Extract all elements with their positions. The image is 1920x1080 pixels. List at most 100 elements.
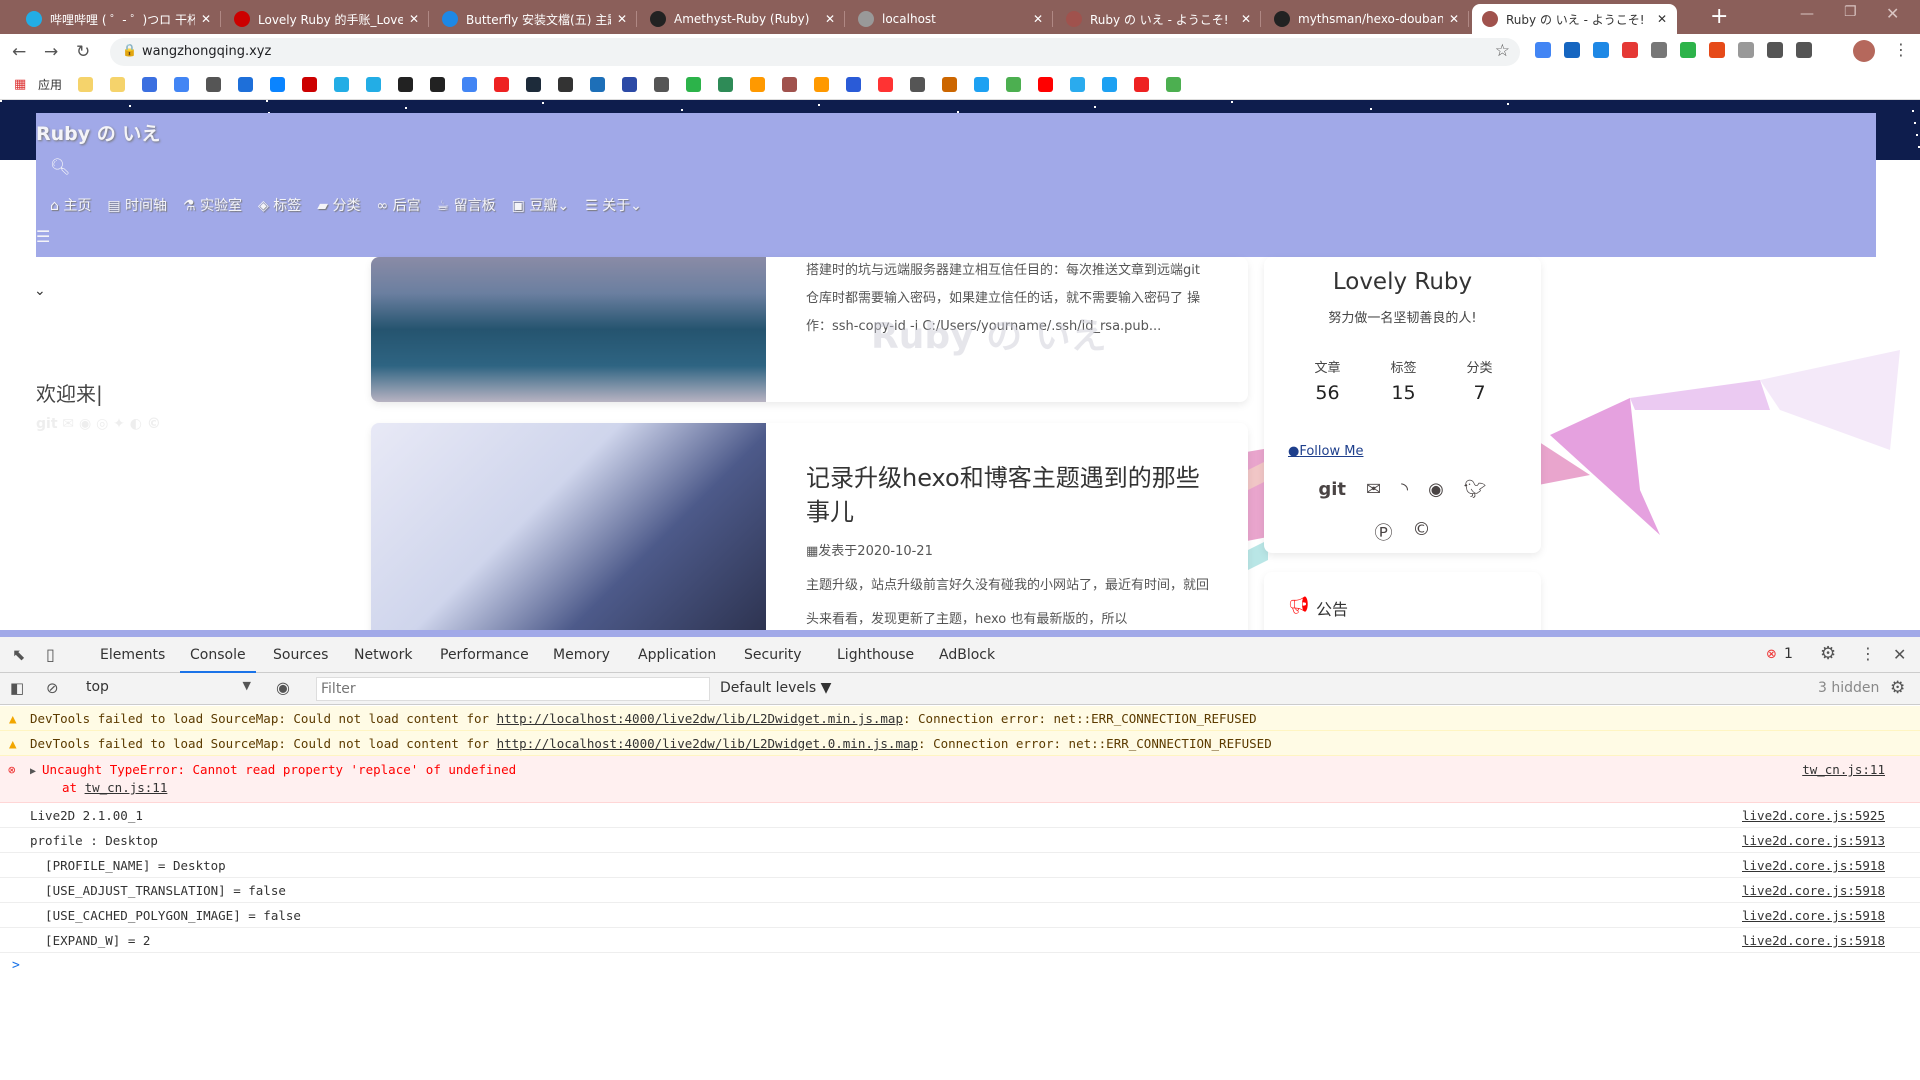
profile-avatar[interactable] xyxy=(1853,40,1875,62)
extension-icon[interactable] xyxy=(1564,42,1580,58)
address-bar[interactable]: 🔒 wangzhongqing.xyz ☆ xyxy=(110,38,1520,66)
bookmark-icon[interactable] xyxy=(430,77,445,92)
bookmark-icon[interactable] xyxy=(238,77,253,92)
source-location[interactable]: live2d.core.js:5925 xyxy=(1742,808,1885,823)
extension-icon[interactable] xyxy=(1535,42,1551,58)
devtools-tab-console[interactable]: Console xyxy=(180,647,256,673)
post-card[interactable]: 记录升级hexo和博客主题遇到的那些事儿 ▦发表于2020-10-21 主题升级… xyxy=(371,423,1248,630)
devtools-tab-memory[interactable]: Memory xyxy=(553,647,610,663)
bookmark-icon[interactable] xyxy=(526,77,541,92)
nav-item[interactable]: ▤ 时间轴 xyxy=(107,195,167,215)
extension-icon[interactable] xyxy=(1622,42,1638,58)
device-toolbar-icon[interactable]: ▯ xyxy=(46,645,55,664)
context-select[interactable]: top ▼ xyxy=(86,679,251,695)
extension-icon[interactable] xyxy=(1651,42,1667,58)
extension-icon[interactable] xyxy=(1738,42,1754,58)
bookmark-icon[interactable] xyxy=(814,77,829,92)
console-settings-icon[interactable]: ⚙ xyxy=(1890,678,1905,698)
site-title[interactable]: Ruby の いえ xyxy=(36,119,160,146)
browser-tab[interactable]: mythsman/hexo-douban: A ✕ xyxy=(1264,4,1469,34)
clear-console-icon[interactable]: ⊘ xyxy=(46,679,59,697)
bookmark-icon[interactable] xyxy=(1006,77,1021,92)
settings-gear-icon[interactable]: ⚙ xyxy=(1820,643,1836,664)
stat-value[interactable]: 7 xyxy=(1442,382,1517,404)
hamburger-menu-icon[interactable]: ☰ xyxy=(36,227,50,246)
git-icon[interactable]: git xyxy=(1318,479,1346,500)
bookmark-icon[interactable] xyxy=(654,77,669,92)
rss-icon[interactable]: ◝ xyxy=(1401,479,1408,500)
bookmark-icon[interactable] xyxy=(270,77,285,92)
bookmark-icon[interactable] xyxy=(750,77,765,92)
close-tab-icon[interactable]: ✕ xyxy=(825,12,835,26)
expand-triangle-icon[interactable]: ▶ xyxy=(30,763,36,781)
weibo-icon[interactable]: ◉ xyxy=(1428,479,1444,500)
more-options-icon[interactable]: ⋮ xyxy=(1860,644,1876,663)
close-tab-icon[interactable]: ✕ xyxy=(201,12,211,26)
log-levels-dropdown[interactable]: Default levels ▼ xyxy=(720,680,831,696)
browser-tab[interactable]: Ruby の いえ - ようこそ! ✕ xyxy=(1472,4,1677,34)
bookmark-icon[interactable] xyxy=(878,77,893,92)
forward-button[interactable]: → xyxy=(44,42,58,62)
bookmark-icon[interactable] xyxy=(1038,77,1053,92)
bookmark-icon[interactable] xyxy=(1102,77,1117,92)
nav-item[interactable]: ∞ 后宫 xyxy=(377,195,421,215)
new-tab-button[interactable]: + xyxy=(1710,4,1728,29)
browser-tab[interactable]: Ruby の いえ - ようこそ! ✕ xyxy=(1056,4,1261,34)
twitter-icon[interactable]: 🐦︎ xyxy=(1464,479,1487,500)
bookmark-icon[interactable] xyxy=(110,77,125,92)
post-title[interactable]: 记录升级hexo和博客主题遇到的那些事儿 xyxy=(806,461,1206,529)
bookmark-icon[interactable] xyxy=(1070,77,1085,92)
extension-icon[interactable] xyxy=(1680,42,1696,58)
nav-item[interactable]: ▰ 分类 xyxy=(317,195,360,215)
copyright-icon[interactable]: © xyxy=(1413,519,1431,545)
sidebar-toggle-icon[interactable]: ◧ xyxy=(10,679,24,697)
inspect-element-icon[interactable]: ⬉ xyxy=(12,645,25,664)
chrome-menu-icon[interactable]: ⋮ xyxy=(1893,40,1909,59)
nav-item[interactable]: ⌂ 主页 xyxy=(50,195,91,215)
error-count[interactable]: 1 xyxy=(1784,646,1793,662)
bookmark-icon[interactable] xyxy=(494,77,509,92)
bookmark-icon[interactable] xyxy=(334,77,349,92)
close-tab-icon[interactable]: ✕ xyxy=(617,12,627,26)
devtools-tab-elements[interactable]: Elements xyxy=(100,647,165,663)
console-prompt[interactable]: > xyxy=(12,958,20,973)
bookmark-star-icon[interactable]: ☆ xyxy=(1495,41,1510,61)
bookmark-icon[interactable] xyxy=(1134,77,1149,92)
source-location[interactable]: live2d.core.js:5918 xyxy=(1742,908,1885,923)
bookmark-icon[interactable] xyxy=(846,77,861,92)
post-cover-image[interactable] xyxy=(371,423,766,630)
devtools-tab-security[interactable]: Security xyxy=(744,647,802,663)
eye-icon[interactable]: ◉ xyxy=(276,678,290,697)
apps-grid-icon[interactable]: ▦ xyxy=(14,77,26,92)
close-tab-icon[interactable]: ✕ xyxy=(1241,12,1251,26)
bookmark-icon[interactable] xyxy=(622,77,637,92)
post-card[interactable]: 搭建时的坑与远端服务器建立相互信任目的：每次推送文章到远端git仓库时都需要输入… xyxy=(371,257,1248,402)
follow-me-link[interactable]: ●Follow Me xyxy=(1288,444,1363,459)
search-icon[interactable]: 🔍︎ xyxy=(50,157,70,176)
extension-icon[interactable] xyxy=(1593,42,1609,58)
chevron-down-icon[interactable]: ⌄ xyxy=(34,283,46,299)
nav-item[interactable]: ◈ 标签 xyxy=(258,195,301,215)
bookmark-icon[interactable] xyxy=(462,77,477,92)
devtools-tab-lighthouse[interactable]: Lighthouse xyxy=(837,647,914,663)
mail-icon[interactable]: ✉ xyxy=(1366,479,1381,500)
browser-tab[interactable]: Lovely Ruby 的手账_Lovely ✕ xyxy=(224,4,429,34)
devtools-tab-network[interactable]: Network xyxy=(354,647,412,663)
nav-item[interactable]: ☕ 留言板 xyxy=(437,195,496,215)
bookmark-icon[interactable] xyxy=(686,77,701,92)
error-badge-icon[interactable]: ⊗ xyxy=(1766,647,1777,662)
source-location[interactable]: live2d.core.js:5918 xyxy=(1742,858,1885,873)
browser-tab[interactable]: Butterfly 安装文檔(五) 主題 ✕ xyxy=(432,4,637,34)
devtools-tab-adblock[interactable]: AdBlock xyxy=(939,647,995,663)
back-button[interactable]: ← xyxy=(12,42,26,62)
bookmark-icon[interactable] xyxy=(942,77,957,92)
nav-item[interactable]: ☰ 关于⌄ xyxy=(585,195,642,215)
nav-item[interactable]: ⚗ 实验室 xyxy=(183,195,242,215)
source-link[interactable]: http://localhost:4000/live2dw/lib/L2Dwid… xyxy=(497,711,903,726)
apps-label[interactable]: 应用 xyxy=(38,76,62,93)
close-tab-icon[interactable]: ✕ xyxy=(409,12,419,26)
bookmark-icon[interactable] xyxy=(142,77,157,92)
bookmark-icon[interactable] xyxy=(174,77,189,92)
source-link[interactable]: tw_cn.js:11 xyxy=(85,780,168,795)
stat-value[interactable]: 15 xyxy=(1366,382,1441,404)
